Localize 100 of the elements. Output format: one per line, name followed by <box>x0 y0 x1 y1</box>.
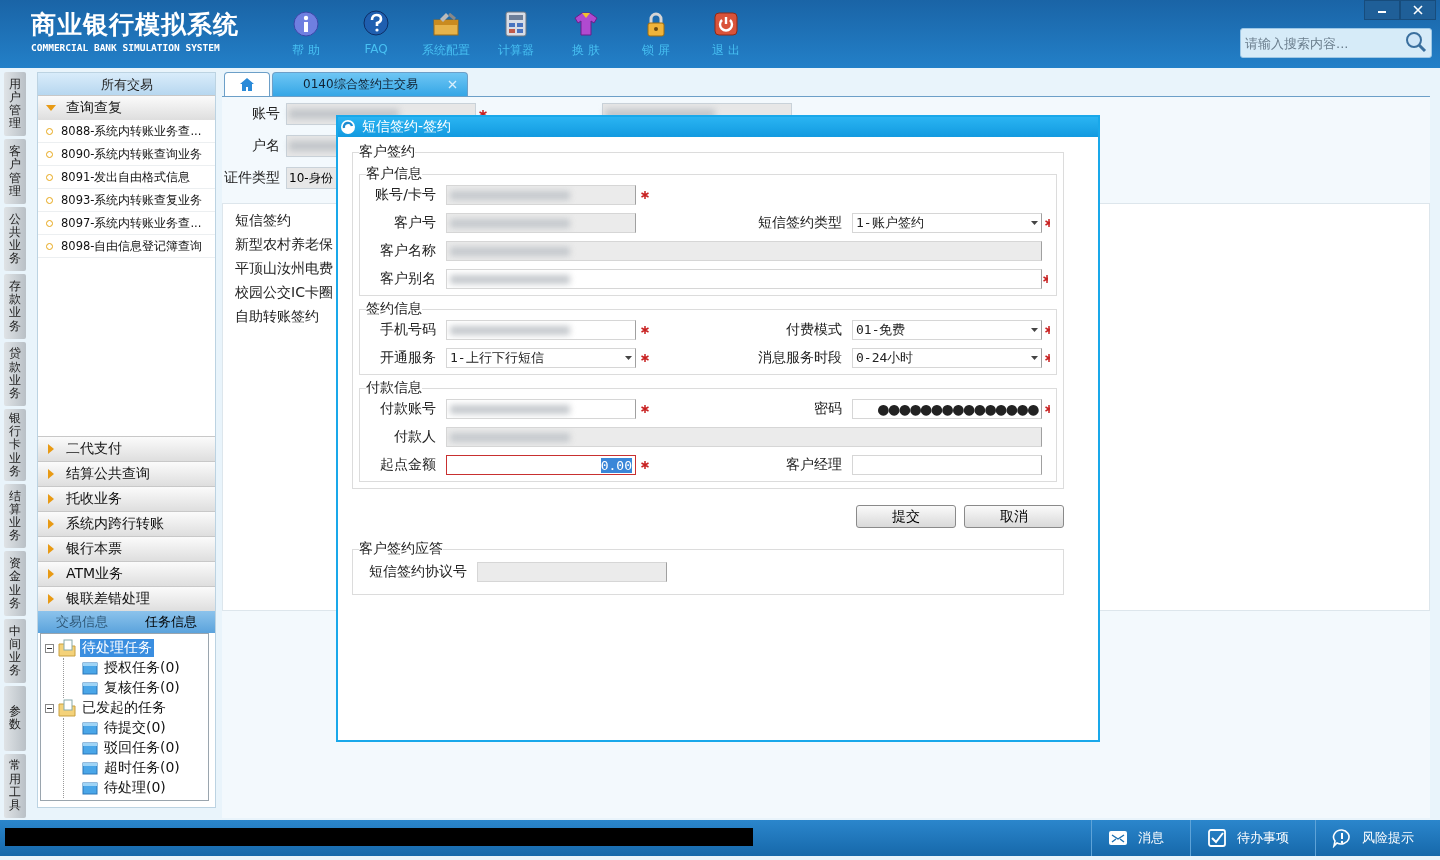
dropdown[interactable]: 1-上行下行短信 <box>446 348 636 368</box>
input-field[interactable] <box>477 562 667 582</box>
folder-icon <box>82 660 98 676</box>
field-label: 账号 <box>251 105 281 123</box>
collapsed-caret-icon <box>46 469 56 479</box>
side-tab[interactable]: 中间业务 <box>4 618 26 684</box>
section-title: 客户签约 <box>359 143 415 161</box>
dropdown-caret-icon <box>625 356 632 360</box>
side-tab[interactable]: 用户管理 <box>4 72 26 137</box>
nav-group[interactable]: 系统内跨行转账 <box>38 511 215 536</box>
minimize-button[interactable] <box>1364 0 1400 20</box>
tree-item[interactable]: 已发起的任务 <box>80 699 168 717</box>
field-label: 消息服务时段 <box>757 349 843 367</box>
dialog-title-bar: 短信签约-签约 <box>338 117 1098 137</box>
toolbox-icon <box>432 10 460 38</box>
input-field[interactable]: ●●●●●●●●●●●●●●● <box>852 399 1042 419</box>
side-tab[interactable]: 贷款业务 <box>4 341 26 407</box>
input-field[interactable]: 0.00 <box>446 455 636 475</box>
dropdown[interactable]: 0-24小时 <box>852 348 1042 368</box>
field-label: 付款人 <box>393 428 437 446</box>
folder-icon <box>82 740 98 756</box>
folder-icon <box>58 639 76 657</box>
folder-icon <box>82 780 98 796</box>
input-field[interactable] <box>446 399 636 419</box>
nav-item[interactable]: 8090-系统内转账查询业务 <box>38 143 215 166</box>
input-field[interactable] <box>446 213 636 233</box>
nav-group[interactable]: 结算公共查询 <box>38 461 215 486</box>
nav-group[interactable]: 托收业务 <box>38 486 215 511</box>
search-icon[interactable] <box>1404 31 1428 55</box>
mail-icon <box>1108 828 1128 848</box>
side-tab[interactable]: 资金业务 <box>4 551 26 616</box>
input-field[interactable] <box>446 185 636 205</box>
list-item[interactable]: 新型农村养老保 <box>235 236 333 254</box>
field-label: 短信签约类型 <box>757 214 843 232</box>
document-tab[interactable]: 0140综合签约主交易 <box>272 72 468 96</box>
nav-group[interactable]: 银行本票 <box>38 536 215 561</box>
field-label: 客户号 <box>393 214 437 232</box>
tree-item[interactable]: 复核任务(0) <box>102 679 182 697</box>
input-field[interactable] <box>852 455 1042 475</box>
side-tab[interactable]: 客户管理 <box>4 139 26 204</box>
nav-item[interactable]: 8088-系统内转账业务查... <box>38 120 215 143</box>
search-field[interactable]: 请输入搜索内容... <box>1240 28 1432 58</box>
collapse-icon[interactable] <box>45 703 54 713</box>
status-button[interactable]: 风险提示 <box>1315 820 1440 856</box>
field-label: 证件类型 <box>223 169 281 187</box>
panel-tab[interactable]: 任务信息 <box>126 611 215 633</box>
field-label: 短信签约协议号 <box>369 563 467 581</box>
group-title: 客户信息 <box>366 165 422 183</box>
status-button[interactable]: 消息 <box>1091 820 1190 856</box>
side-tab[interactable]: 参数 <box>4 686 26 751</box>
nav-item[interactable]: 8093-系统内转账查复业务 <box>38 189 215 212</box>
nav-group[interactable]: 二代支付 <box>38 436 215 461</box>
close-button[interactable] <box>1400 0 1436 20</box>
input-field[interactable] <box>446 241 1042 261</box>
field-label: 起点金额 <box>379 456 437 474</box>
nav-item[interactable]: 8091-发出自由格式信息 <box>38 166 215 189</box>
dialog-button[interactable]: 提交 <box>856 505 956 528</box>
tree-item[interactable]: 待提交(0) <box>102 719 168 737</box>
folder-icon <box>82 760 98 776</box>
home-tab[interactable] <box>224 72 270 96</box>
field-label: 付款账号 <box>379 400 437 418</box>
input-field[interactable] <box>446 427 1042 447</box>
side-tab[interactable]: 银行卡业务 <box>4 409 26 481</box>
dropdown-caret-icon <box>1031 356 1038 360</box>
dropdown-caret-icon <box>1031 328 1038 332</box>
field-label: 账号/卡号 <box>374 186 437 204</box>
list-item[interactable]: 短信签约 <box>235 212 291 230</box>
dropdown[interactable]: 01-免费 <box>852 320 1042 340</box>
list-item[interactable]: 平顶山汝州电费 <box>235 260 333 278</box>
panel-header: 所有交易 <box>38 73 215 95</box>
input-field[interactable] <box>446 269 1042 289</box>
tree-item[interactable]: 待处理(0) <box>102 779 168 797</box>
list-item[interactable]: 校园公交IC卡圈 <box>235 284 333 302</box>
input-field[interactable] <box>446 320 636 340</box>
collapsed-caret-icon <box>46 519 56 529</box>
side-tab[interactable]: 存款业务 <box>4 274 26 339</box>
info-icon <box>292 10 320 38</box>
nav-item[interactable]: 8098-自由信息登记簿查询 <box>38 235 215 258</box>
close-icon[interactable] <box>447 80 457 89</box>
field-label: 客户名称 <box>379 242 437 260</box>
list-item[interactable]: 自助转账签约 <box>235 308 319 326</box>
tree-item[interactable]: 授权任务(0) <box>102 659 182 677</box>
nav-group[interactable]: 银联差错处理 <box>38 586 215 611</box>
dropdown[interactable]: 1-账户签约 <box>852 213 1042 233</box>
status-button[interactable]: 待办事项 <box>1190 820 1315 856</box>
nav-item[interactable]: 8097-系统内转账业务查... <box>38 212 215 235</box>
dialog-button[interactable]: 取消 <box>964 505 1064 528</box>
close-icon <box>1412 5 1424 15</box>
side-tab[interactable]: 常用工具 <box>4 753 26 818</box>
field-label: 密码 <box>813 400 843 418</box>
shirt-icon <box>572 10 600 38</box>
side-tab[interactable]: 公共业务 <box>4 206 26 272</box>
side-tab[interactable]: 结算业务 <box>4 483 26 549</box>
tree-item[interactable]: 驳回任务(0) <box>102 739 182 757</box>
collapse-icon[interactable] <box>45 643 54 653</box>
nav-group[interactable]: 查询查复 <box>38 95 215 120</box>
nav-group[interactable]: ATM业务 <box>38 561 215 586</box>
folder-icon <box>82 680 98 696</box>
help-icon <box>362 10 390 38</box>
tree-item[interactable]: 超时任务(0) <box>102 759 182 777</box>
